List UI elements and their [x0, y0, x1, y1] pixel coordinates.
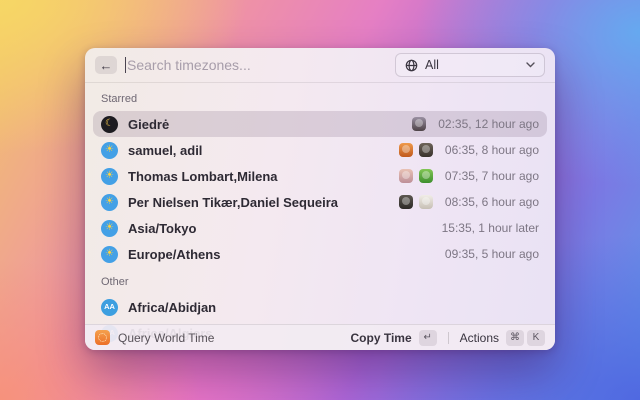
world-time-window: ← All Starred ☾ Giedrė 02:35, 12 hour ago ☀ s… — [85, 48, 555, 350]
section-label: Starred — [101, 93, 138, 105]
avatar — [398, 195, 413, 209]
section-label: Other — [101, 276, 129, 288]
initials-icon: AA — [101, 298, 118, 316]
app-icon — [95, 330, 110, 345]
search-input[interactable] — [127, 57, 395, 73]
avatar — [412, 117, 427, 131]
timezone-name: Giedrė — [128, 116, 170, 132]
timezone-name: Europe/Athens — [128, 246, 221, 262]
list-item[interactable]: ☀ Asia/Tokyo 15:35, 1 hour later — [93, 215, 547, 241]
return-key-badge: ↵ — [418, 329, 437, 346]
list-item[interactable]: ☀ Europe/Athens 09:35, 5 hour ago — [93, 241, 547, 267]
back-button[interactable]: ← — [95, 56, 117, 74]
back-arrow-icon: ← — [99, 57, 113, 73]
list-item[interactable]: ☀ Per Nielsen Tikær,Daniel Sequeira 08:35,… — [93, 189, 547, 215]
search-wrap — [125, 57, 395, 73]
timezone-name: Thomas Lombart,Milena — [128, 168, 278, 184]
footer-divider — [447, 331, 449, 344]
sun-icon: ☀ — [101, 219, 118, 237]
list-item[interactable]: ☾ Giedrė 02:35, 12 hour ago — [93, 111, 547, 137]
avatar — [418, 143, 433, 157]
timezone-time: 15:35, 1 hour later — [441, 221, 539, 235]
cmd-key-badge: ⌘ — [506, 329, 524, 346]
timezone-filter-dropdown[interactable]: All — [395, 53, 545, 77]
copy-time-button[interactable]: Copy Time — [351, 331, 412, 345]
avatar-group — [398, 143, 433, 157]
timezone-time: 09:35, 5 hour ago — [444, 247, 539, 261]
moon-icon: ☾ — [101, 115, 118, 133]
sun-icon: ☀ — [101, 193, 118, 211]
timezone-name: Africa/Abidjan — [128, 299, 217, 315]
app-title: Query World Time — [118, 330, 215, 345]
actions-key-badges: ⌘ K — [506, 329, 545, 346]
footer-bar: Query World Time Copy Time ↵ Actions ⌘ K — [85, 324, 555, 350]
chevron-down-icon — [526, 62, 535, 68]
avatar — [398, 169, 413, 183]
sun-icon: ☀ — [101, 141, 118, 159]
list-item[interactable]: AA Africa/Abidjan — [93, 294, 547, 320]
text-caret — [125, 57, 126, 73]
sun-icon: ☀ — [101, 245, 118, 263]
avatar-group — [398, 195, 433, 209]
filter-value: All — [425, 58, 439, 72]
timezone-time: 02:35, 12 hour ago — [438, 117, 539, 131]
globe-icon — [405, 59, 418, 72]
avatar — [398, 143, 413, 157]
timezone-time: 07:35, 7 hour ago — [444, 169, 539, 183]
actions-button[interactable]: Actions — [460, 331, 499, 345]
k-key-badge: K — [527, 329, 545, 346]
timezone-name: Asia/Tokyo — [128, 220, 197, 236]
timezone-time: 06:35, 8 hour ago — [444, 143, 539, 157]
timezone-time: 08:35, 6 hour ago — [444, 195, 539, 209]
sun-icon: ☀ — [101, 167, 118, 185]
search-header: ← All — [85, 48, 555, 83]
avatar-group — [412, 117, 427, 131]
timezone-name: samuel, adil — [128, 142, 203, 158]
timezone-list: Starred ☾ Giedrė 02:35, 12 hour ago ☀ samuel,… — [85, 84, 555, 350]
timezone-name: Per Nielsen Tikær,Daniel Sequeira — [128, 194, 339, 210]
list-item[interactable]: ☀ samuel, adil 06:35, 8 hour ago — [93, 137, 547, 163]
avatar-group — [398, 169, 433, 183]
avatar — [418, 169, 433, 183]
list-item[interactable]: ☀ Thomas Lombart,Milena 07:35, 7 hour ago — [93, 163, 547, 189]
avatar — [418, 195, 433, 209]
